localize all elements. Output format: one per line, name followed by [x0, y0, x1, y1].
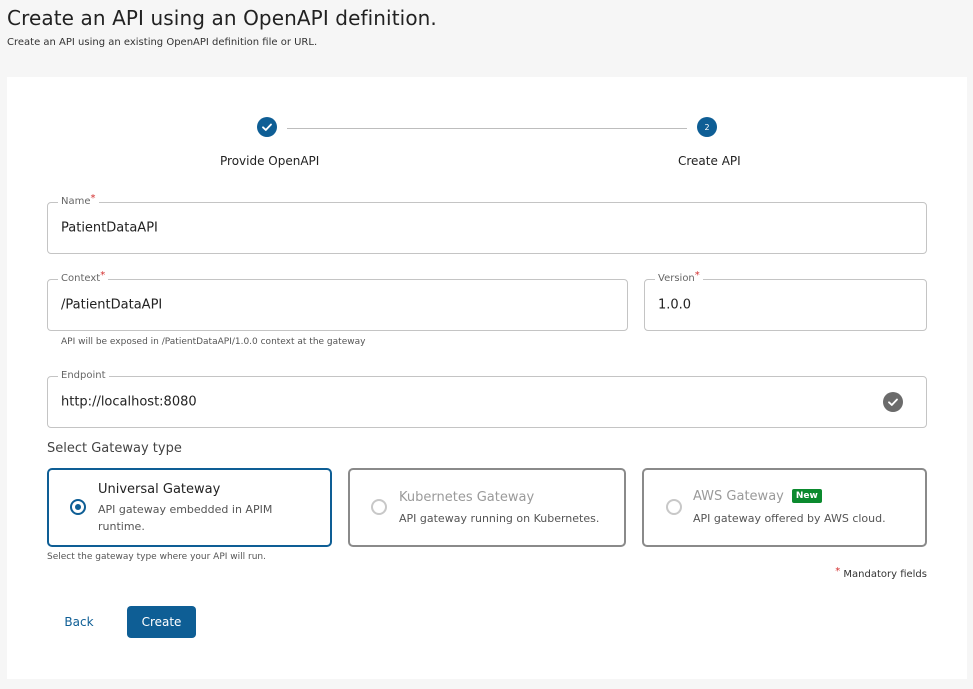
new-badge: New	[791, 489, 822, 503]
endpoint-field[interactable]: Endpoint http://localhost:8080	[47, 370, 927, 428]
gateway-option-aws[interactable]: AWS Gateway New API gateway offered by AW…	[642, 468, 927, 547]
name-input[interactable]: PatientDataAPI	[61, 221, 158, 236]
create-button[interactable]: Create	[127, 606, 196, 638]
context-helper-text: API will be exposed in /PatientDataAPI/1…	[61, 337, 366, 347]
context-label: Context*	[58, 270, 109, 285]
gateway-helper-text: Select the gateway type where your API w…	[47, 552, 266, 562]
gateway-desc-kubernetes: API gateway running on Kubernetes.	[399, 512, 600, 525]
check-circle-icon	[883, 392, 903, 412]
gateway-title-aws: AWS Gateway New	[693, 489, 822, 505]
gateway-option-universal[interactable]: Universal Gateway API gateway embedded i…	[47, 468, 332, 547]
gateway-option-kubernetes[interactable]: Kubernetes Gateway API gateway running o…	[348, 468, 626, 547]
radio-universal[interactable]	[70, 499, 86, 515]
mandatory-fields-note: * Mandatory fields	[835, 566, 927, 580]
back-button[interactable]: Back	[47, 606, 111, 638]
radio-aws[interactable]	[666, 499, 682, 515]
step-1-label: Provide OpenAPI	[220, 154, 320, 168]
name-label: Name*	[58, 193, 99, 208]
endpoint-label: Endpoint	[58, 370, 109, 382]
gateway-desc-aws: API gateway offered by AWS cloud.	[693, 512, 886, 525]
required-mark: *	[90, 193, 96, 204]
page-title: Create an API using an OpenAPI definitio…	[7, 6, 437, 30]
step-2-active: 2	[697, 117, 717, 137]
required-mark: *	[100, 270, 106, 281]
required-mark: *	[694, 270, 700, 281]
gateway-desc-universal: API gateway embedded in APIM runtime.	[98, 503, 273, 533]
version-input[interactable]: 1.0.0	[658, 298, 691, 313]
version-field[interactable]: Version* 1.0.0	[644, 270, 927, 331]
required-mark: *	[835, 566, 841, 577]
name-field[interactable]: Name* PatientDataAPI	[47, 193, 927, 254]
page-subtitle: Create an API using an existing OpenAPI …	[7, 37, 318, 48]
context-input[interactable]: /PatientDataAPI	[61, 298, 162, 313]
endpoint-input[interactable]: http://localhost:8080	[61, 395, 197, 410]
gateway-title-universal: Universal Gateway	[98, 482, 221, 497]
stepper-connector	[287, 128, 687, 129]
gateway-title-kubernetes: Kubernetes Gateway	[399, 490, 535, 505]
version-label: Version*	[655, 270, 703, 285]
step-2-label: Create API	[678, 154, 741, 168]
step-1-complete	[257, 117, 277, 137]
context-field[interactable]: Context* /PatientDataAPI	[47, 270, 628, 331]
gateway-section-title: Select Gateway type	[47, 441, 182, 456]
radio-kubernetes[interactable]	[371, 499, 387, 515]
check-icon	[262, 123, 272, 131]
